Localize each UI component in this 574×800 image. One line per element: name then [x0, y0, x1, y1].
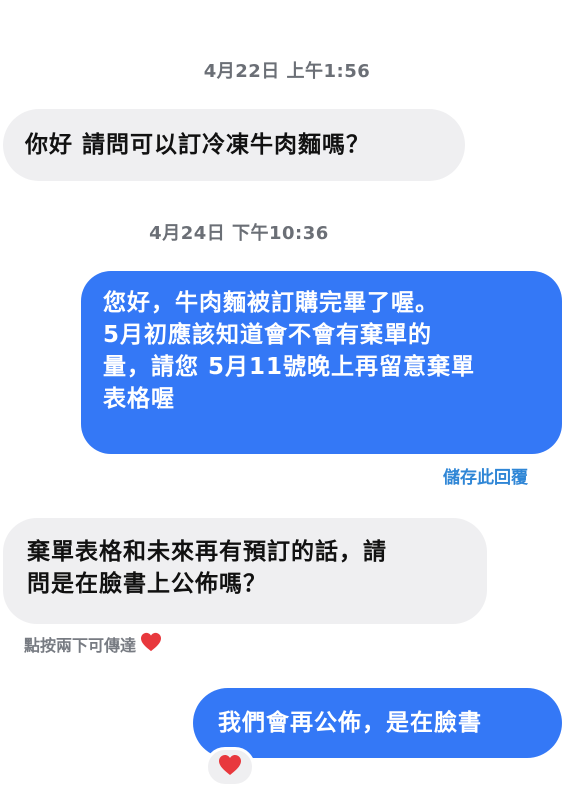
incoming-message-bubble[interactable]: 你好 請問可以訂冷凍牛肉麵嗎？ — [3, 109, 465, 181]
heart-icon — [218, 754, 242, 780]
hint-label: 點按兩下可傳達 — [24, 636, 137, 655]
outgoing-message-bubble[interactable]: 我們會再公佈，是在臉書 — [193, 688, 562, 758]
timestamp: 4月22日 上午1:56 — [203, 61, 371, 82]
save-reply-button[interactable]: 儲存此回覆 — [443, 463, 528, 488]
outgoing-message-bubble[interactable]: 您好，牛肉麵被訂購完畢了喔。 5月初應該知道會不會有棄單的 量，請您 5月11號… — [81, 271, 562, 454]
double-tap-hint: 點按兩下可傳達 — [24, 632, 162, 656]
timestamp: 4月24日 下午10:36 — [149, 223, 329, 244]
heart-icon — [140, 632, 162, 656]
message-reaction[interactable] — [205, 747, 255, 787]
incoming-message-bubble[interactable]: 棄單表格和未來再有預訂的話，請 問是在臉書上公佈嗎？ — [3, 518, 487, 624]
